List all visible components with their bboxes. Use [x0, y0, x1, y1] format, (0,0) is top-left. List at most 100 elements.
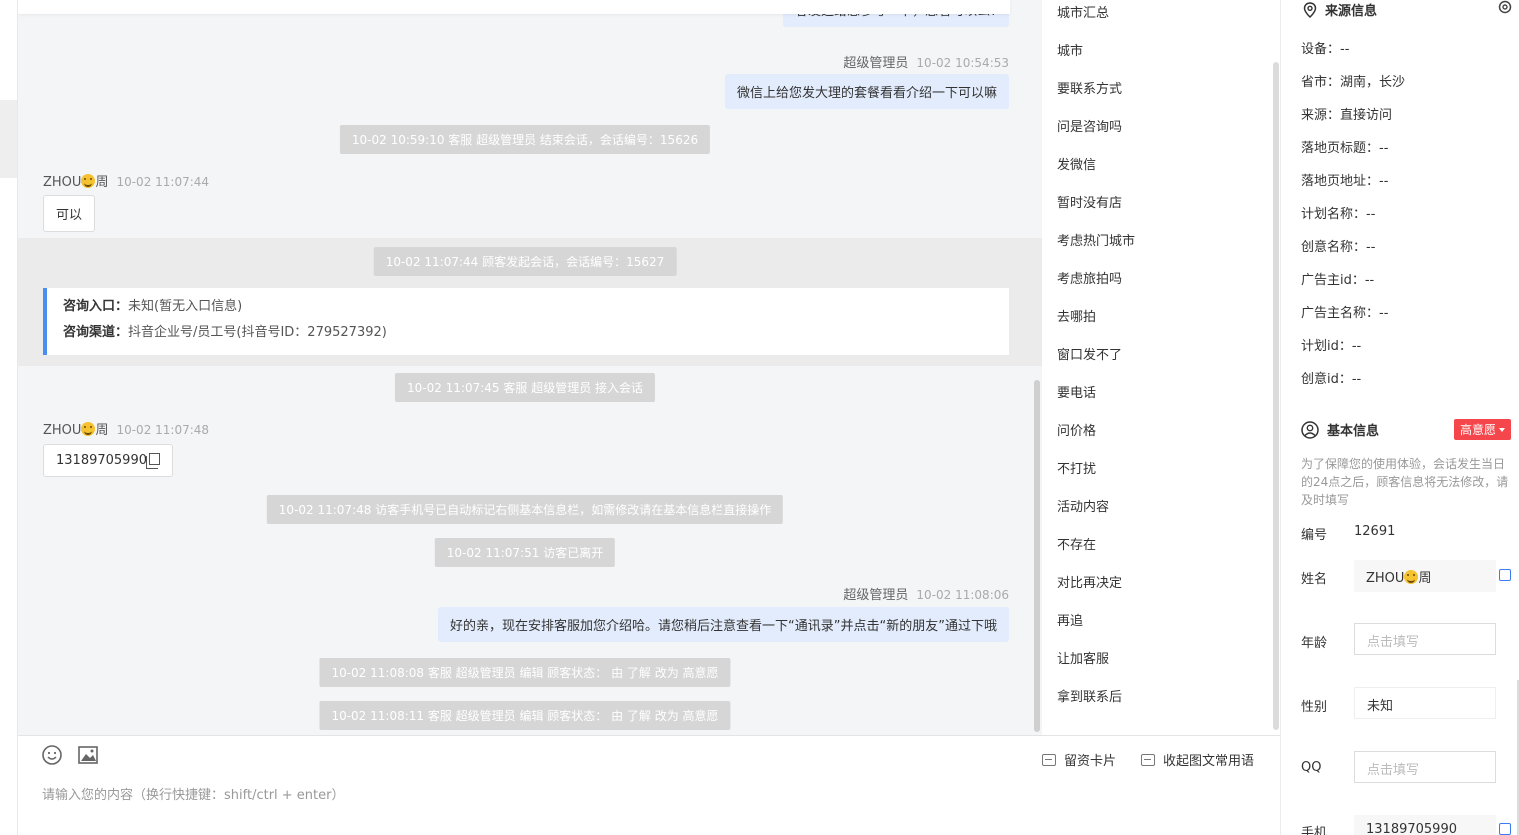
name-label: 姓名 [1301, 572, 1328, 587]
phrases-scrollbar[interactable] [1273, 62, 1279, 730]
sender-name: ZHOU [43, 175, 82, 190]
left-nav-active-item[interactable] [0, 100, 17, 178]
source-row: 创意名称：-- [1301, 240, 1376, 255]
name-field[interactable]: ZHOU 周 [1354, 560, 1496, 592]
phrase-item[interactable]: 发微信 [1057, 154, 1096, 173]
phone-label: 手机 [1301, 826, 1328, 835]
phrase-item[interactable]: 问价格 [1057, 420, 1096, 439]
intent-status-badge[interactable]: 高意愿 [1454, 419, 1512, 440]
grinning-emoji-icon [1404, 570, 1419, 584]
chat-scrollbar[interactable] [1034, 380, 1040, 732]
message-input-area[interactable]: 请输入您的内容（换行快捷键：shift/ctrl + enter） 留资卡片 收… [18, 735, 1280, 835]
sender-name-suffix: 周 [95, 423, 109, 438]
sender-name: ZHOU [43, 423, 82, 438]
message-icon [1141, 753, 1155, 766]
card-icon [1042, 753, 1056, 766]
system-message: 10-02 11:07:51 访客已离开 [434, 538, 616, 567]
qq-label: QQ [1301, 760, 1322, 775]
sender-name: 超级管理员 [843, 588, 909, 603]
phrase-item[interactable]: 让加客服 [1057, 648, 1109, 667]
message-bubble-customer: 13189705990 [43, 444, 173, 477]
entry-label: 咨询入口： [63, 299, 129, 314]
message-meta: 超级管理员 10-02 11:08:06 [843, 584, 1009, 603]
source-row: 创意id：-- [1301, 372, 1362, 387]
age-input[interactable]: 点击填写 [1354, 623, 1496, 655]
user-circle-icon [1301, 420, 1319, 439]
message-input[interactable]: 请输入您的内容（换行快捷键：shift/ctrl + enter） [42, 784, 345, 803]
entry-value: 未知(暂无入口信息) [128, 299, 243, 314]
source-row: 广告主id：-- [1301, 273, 1375, 288]
id-label: 编号 [1301, 528, 1328, 543]
message-time: 10-02 11:08:06 [916, 588, 1009, 602]
phrase-item[interactable]: 暂时没有店 [1057, 192, 1122, 211]
system-message: 10-02 11:07:48 访客手机号已自动标记右侧基本信息栏，如需修改请在基… [266, 495, 784, 524]
phrase-item[interactable]: 城市汇总 [1057, 2, 1109, 21]
phrase-item[interactable]: 不存在 [1057, 534, 1096, 553]
copy-icon[interactable] [145, 453, 160, 469]
message-bubble-customer: 可以 [43, 195, 96, 232]
phrase-item[interactable]: 考虑旅拍吗 [1057, 268, 1122, 287]
phrase-item[interactable]: 拿到联系后 [1057, 686, 1122, 705]
basic-info-header: 基本信息 [1301, 420, 1379, 439]
message-meta: 超级管理员 10-02 10:54:53 [843, 52, 1009, 71]
app-root: 客发这给您参考一下，您看可以么? 超级管理员10-02 10:54:53 微信上… [0, 0, 1519, 835]
message-meta: ZHOU 周 10-02 11:07:48 [43, 419, 209, 438]
phrase-item[interactable]: 问是咨询吗 [1057, 116, 1122, 135]
source-info-title: 来源信息 [1325, 4, 1378, 19]
channel-label: 咨询渠道： [63, 325, 129, 340]
id-value: 12691 [1354, 524, 1396, 539]
message-time: 10-02 10:54:53 [916, 56, 1009, 70]
source-row: 落地页标题：-- [1301, 141, 1389, 156]
age-label: 年龄 [1301, 636, 1328, 651]
left-nav-strip [0, 0, 18, 835]
phone-number-text: 13189705990 [56, 453, 147, 468]
chat-top-bar [18, 0, 1010, 14]
system-message: 10-02 11:08:11 客服 超级管理员 编辑 顾客状态： 由 了解 改为… [319, 701, 731, 730]
phone-field[interactable]: 13189705990 [1354, 815, 1496, 835]
phrase-item[interactable]: 考虑热门城市 [1057, 230, 1135, 249]
source-row: 计划id：-- [1301, 339, 1362, 354]
name-suffix: 周 [1418, 571, 1432, 586]
gender-label: 性别 [1301, 700, 1328, 715]
source-row: 广告主名称：-- [1301, 306, 1389, 321]
message-bubble-agent: 好的亲，现在安排客服加您介绍哈。请您稍后注意查看一下“通讯录”并点击“新的朋友”… [438, 607, 1009, 642]
message-bubble-agent: 微信上给您发大理的套餐看看介绍一下可以嘛 [724, 74, 1009, 109]
basic-info-title: 基本信息 [1327, 424, 1380, 439]
edit-notice: 为了保障您的使用体验，会话发生当日的24点之后，顾客信息将无法修改，请及时填写 [1301, 457, 1509, 507]
phrase-item[interactable]: 城市 [1057, 40, 1083, 59]
collapse-phrases-button[interactable]: 收起图文常用语 [1141, 750, 1254, 769]
message-time: 10-02 11:07:44 [116, 175, 210, 189]
grinning-emoji-icon [81, 422, 96, 436]
copy-icon[interactable] [1499, 569, 1511, 581]
name-prefix: ZHOU [1366, 571, 1405, 586]
phrase-item[interactable]: 窗口发不了 [1057, 344, 1122, 363]
gender-select[interactable]: 未知 [1354, 687, 1496, 719]
settings-gear-icon[interactable] [1497, 0, 1513, 14]
qq-input[interactable]: 点击填写 [1354, 751, 1496, 783]
copy-icon[interactable] [1499, 823, 1511, 835]
sender-name: 超级管理员 [843, 56, 909, 71]
source-row: 计划名称：-- [1301, 207, 1376, 222]
sender-name-suffix: 周 [95, 175, 109, 190]
phrase-item[interactable]: 去哪拍 [1057, 306, 1096, 325]
phrase-item[interactable]: 要电话 [1057, 382, 1096, 401]
lead-card-button[interactable]: 留资卡片 [1042, 750, 1116, 769]
lead-card-label: 留资卡片 [1064, 754, 1117, 769]
image-upload-icon[interactable] [77, 744, 99, 766]
customer-info-panel: 来源信息 设备：-- 省市：湖南，长沙 来源：直接访问 落地页标题：-- 落地页… [1280, 0, 1519, 835]
chat-panel[interactable]: 客发这给您参考一下，您看可以么? 超级管理员10-02 10:54:53 微信上… [18, 0, 1042, 735]
message-time: 10-02 11:07:48 [116, 423, 210, 437]
emoji-picker-icon[interactable] [41, 744, 63, 766]
phrase-item[interactable]: 活动内容 [1057, 496, 1109, 515]
source-row: 落地页地址：-- [1301, 174, 1389, 189]
phrase-item[interactable]: 对比再决定 [1057, 572, 1122, 591]
channel-value: 抖音企业号/员工号(抖音号ID：279527392) [128, 325, 387, 340]
system-message: 10-02 11:07:44 顾客发起会话，会话编号：15627 [373, 247, 677, 276]
quick-phrases-panel: 城市汇总 城市 要联系方式 问是咨询吗 发微信 暂时没有店 考虑热门城市 考虑旅… [1042, 0, 1280, 735]
system-message: 10-02 10:59:10 客服 超级管理员 结束会话，会话编号：15626 [339, 125, 711, 154]
location-pin-icon [1303, 1, 1317, 18]
phrase-item[interactable]: 不打扰 [1057, 458, 1096, 477]
phrase-item[interactable]: 再追 [1057, 610, 1083, 629]
system-message: 10-02 11:08:08 客服 超级管理员 编辑 顾客状态： 由 了解 改为… [319, 658, 731, 687]
phrase-item[interactable]: 要联系方式 [1057, 78, 1122, 97]
